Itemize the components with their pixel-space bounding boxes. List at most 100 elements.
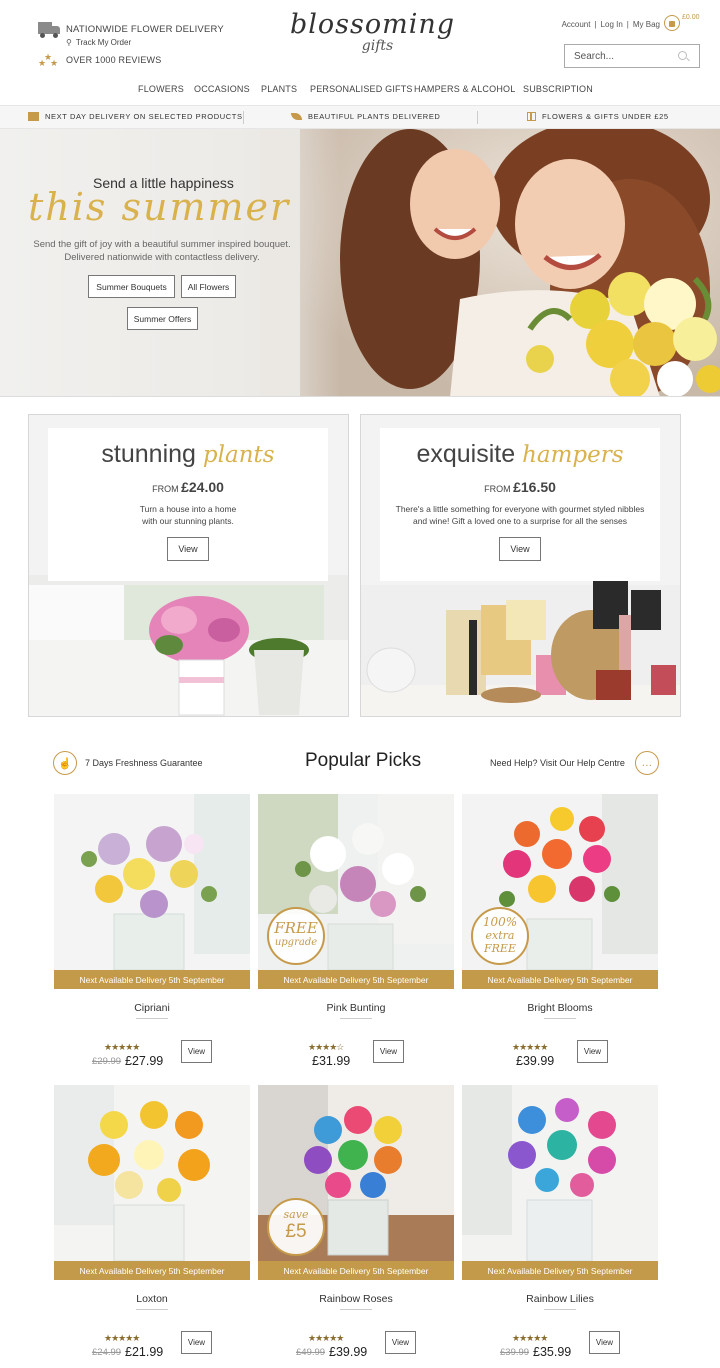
main-nav: FLOWERS OCCASIONS PLANTS PERSONALISED GI… [0, 84, 720, 102]
nav-subscription[interactable]: SUBSCRIPTION [523, 84, 593, 94]
promo-title: stunning plants [48, 440, 328, 469]
help-centre-link[interactable]: Need Help? Visit Our Help Centre … [490, 751, 659, 775]
rating-stars: ★★★★★ [308, 1333, 344, 1343]
divider [136, 1018, 168, 1019]
bag-total: £0.00 [682, 14, 700, 21]
product-image [54, 1085, 250, 1261]
product-name[interactable]: Rainbow Roses [258, 1293, 454, 1305]
shopping-bag-icon[interactable] [664, 15, 680, 31]
promo-desc-line: Turn a house into a home [139, 504, 237, 514]
badge-line: upgrade [274, 937, 318, 948]
was-price: £39.99 [500, 1347, 530, 1358]
usp-label: BEAUTIFUL PLANTS DELIVERED [308, 112, 441, 121]
promo-description: Turn a house into a home with our stunni… [48, 503, 328, 527]
view-button[interactable]: View [589, 1331, 620, 1354]
popular-picks-title: Popular Picks [305, 750, 422, 771]
account-links: Account | Log In | My Bag [562, 20, 660, 29]
product-card[interactable]: 100% extra FREE Next Available Delivery … [462, 794, 658, 1069]
badge-line: FREE [274, 919, 318, 937]
rating-stars: ★★★★☆ [308, 1042, 344, 1052]
product-price: £21.99 [125, 1345, 164, 1359]
nav-occasions[interactable]: OCCASIONS [194, 84, 250, 94]
was-price: £24.99 [92, 1347, 122, 1358]
usp-under-25[interactable]: FLOWERS & GIFTS UNDER £25 [527, 112, 669, 121]
was-price: £49.99 [296, 1347, 326, 1358]
view-plants-button[interactable]: View [167, 537, 209, 561]
all-flowers-button[interactable]: All Flowers [181, 275, 236, 298]
divider [477, 111, 478, 124]
product-card[interactable]: FREE upgrade Next Available Delivery 5th… [258, 794, 454, 1069]
promo-from: FROM £24.00 [48, 479, 328, 495]
summer-bouquets-button[interactable]: Summer Bouquets [88, 275, 175, 298]
view-button[interactable]: View [577, 1040, 608, 1063]
promo-hampers[interactable]: exquisite hampers FROM £16.50 There's a … [360, 414, 681, 717]
divider [340, 1309, 372, 1310]
reviews-link[interactable]: OVER 1000 REVIEWS [66, 55, 161, 65]
logo-wordmark: blossoming [290, 9, 456, 40]
delivery-banner: Next Available Delivery 5th September [258, 970, 454, 989]
product-price: £27.99 [125, 1054, 164, 1068]
search-input[interactable] [565, 50, 675, 62]
badge-line: extra [485, 929, 515, 942]
promo-hampers-panel: exquisite hampers FROM £16.50 There's a … [380, 428, 660, 581]
rating-stars: ★★★★★ [104, 1333, 140, 1343]
divider [243, 111, 244, 124]
view-button[interactable]: View [181, 1040, 212, 1063]
promo-price: £16.50 [513, 479, 556, 495]
promo-desc-line: and wine! Gift a loved one to a surprise… [412, 516, 628, 526]
product-name[interactable]: Cipriani [54, 1002, 250, 1014]
promo-from: FROM £16.50 [380, 479, 660, 495]
track-order-label: Track My Order [75, 38, 132, 47]
freshness-guarantee[interactable]: ☝ 7 Days Freshness Guarantee [53, 751, 203, 775]
product-name[interactable]: Bright Blooms [462, 1002, 658, 1014]
promo-word: exquisite [416, 440, 516, 468]
product-card[interactable]: Next Available Delivery 5th September Ci… [54, 794, 250, 1069]
product-name[interactable]: Rainbow Lilies [462, 1293, 658, 1305]
separator: | [594, 20, 597, 29]
search-icon[interactable] [678, 51, 687, 60]
thumbs-up-icon: ☝ [53, 751, 77, 775]
nav-flowers[interactable]: FLOWERS [138, 84, 184, 94]
usp-plants[interactable]: BEAUTIFUL PLANTS DELIVERED [291, 112, 440, 121]
view-button[interactable]: View [181, 1331, 212, 1354]
account-link[interactable]: Account [562, 20, 591, 29]
view-hampers-button[interactable]: View [499, 537, 541, 561]
track-order-link[interactable]: ⚲ Track My Order [66, 38, 224, 47]
product-card[interactable]: Next Available Delivery 5th September Ra… [462, 1085, 658, 1360]
nationwide-delivery-text: NATIONWIDE FLOWER DELIVERY [66, 24, 224, 35]
product-price: £39.99 [329, 1345, 368, 1359]
divider [136, 1309, 168, 1310]
extra-free-badge: 100% extra FREE [471, 907, 529, 965]
delivery-banner: Next Available Delivery 5th September [54, 1261, 250, 1280]
my-bag-link[interactable]: My Bag [633, 20, 660, 29]
delivery-banner: Next Available Delivery 5th September [462, 1261, 658, 1280]
product-card[interactable]: save £5 Next Available Delivery 5th Sept… [258, 1085, 454, 1360]
rating-stars: ★★★★★ [512, 1333, 548, 1343]
badge-line: £5 [285, 1221, 307, 1242]
promo-script-word: plants [202, 442, 275, 468]
promo-plants[interactable]: stunning plants FROM £24.00 Turn a house… [28, 414, 349, 717]
site-logo[interactable]: blossoming gifts [290, 9, 456, 65]
view-button[interactable]: View [373, 1040, 404, 1063]
product-card[interactable]: Next Available Delivery 5th September Lo… [54, 1085, 250, 1360]
badge-line: FREE [484, 942, 516, 955]
product-name[interactable]: Loxton [54, 1293, 250, 1305]
hero-photo-mother-daughter-bouquet [300, 129, 720, 396]
promo-description: There's a little something for everyone … [380, 503, 660, 527]
usp-next-day[interactable]: NEXT DAY DELIVERY ON SELECTED PRODUCTS [28, 112, 243, 121]
save-badge: save £5 [267, 1198, 325, 1256]
divider [544, 1018, 576, 1019]
nav-personalised-gifts[interactable]: PERSONALISED GIFTS [310, 84, 413, 94]
login-link[interactable]: Log In [601, 20, 623, 29]
delivery-truck-icon [28, 112, 39, 121]
view-button[interactable]: View [385, 1331, 416, 1354]
delivery-banner: Next Available Delivery 5th September [462, 970, 658, 989]
nav-hampers-alcohol[interactable]: HAMPERS & ALCOHOL [414, 84, 515, 94]
product-price: £35.99 [533, 1345, 572, 1359]
product-name[interactable]: Pink Bunting [258, 1002, 454, 1014]
rating-stars: ★★★★★ [104, 1042, 140, 1052]
promo-desc-line: with our stunning plants. [142, 516, 234, 526]
summer-offers-button[interactable]: Summer Offers [127, 307, 198, 330]
nav-plants[interactable]: PLANTS [261, 84, 297, 94]
product-price: £31.99 [312, 1054, 351, 1068]
